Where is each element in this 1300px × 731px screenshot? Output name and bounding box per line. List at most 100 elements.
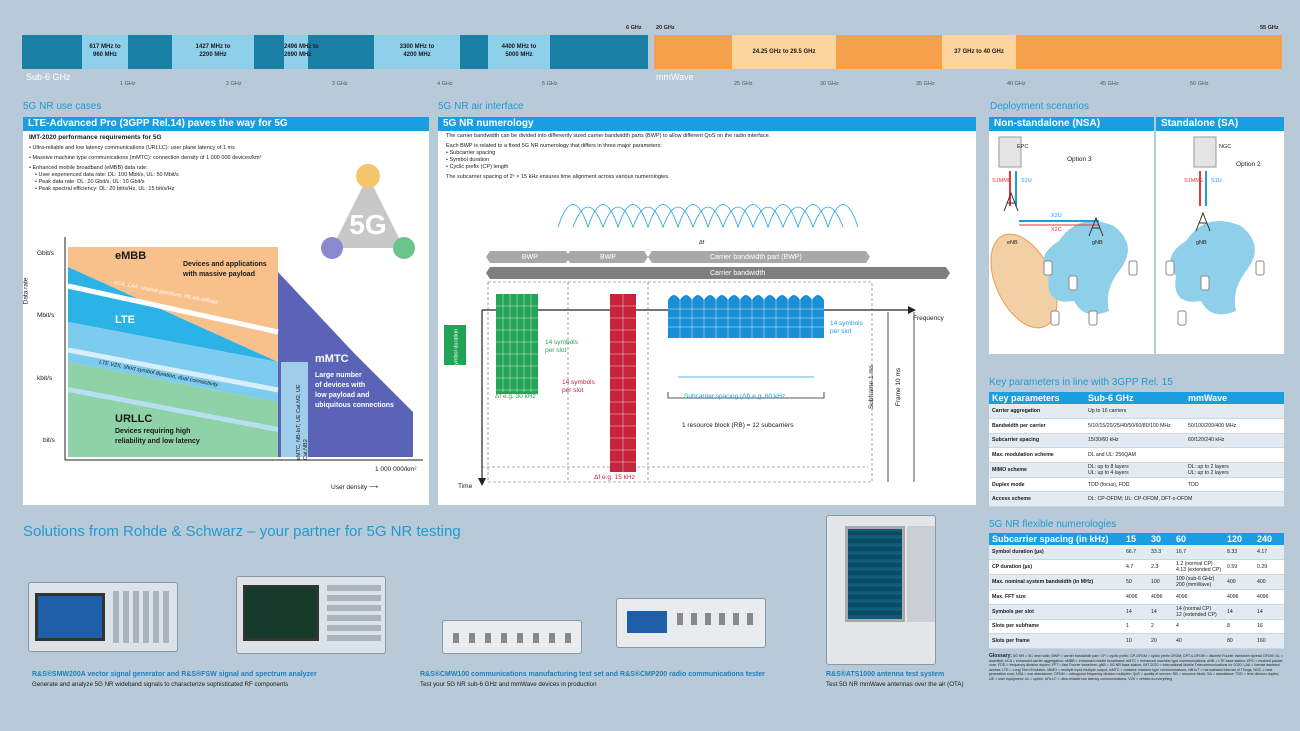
product-desc-3: Test 5G NR mmWave antennas over the air … <box>826 681 964 688</box>
bullet-embb: • Enhanced mobile broadband (eMBB) data … <box>29 165 148 171</box>
num-cell: 20 <box>1148 633 1174 649</box>
tick-40ghz: 40 GHz <box>1007 81 1026 87</box>
num-header-3: 60 <box>1173 533 1225 545</box>
num-cell: 14 <box>1123 604 1149 620</box>
tick-25ghz: 25 GHz <box>734 81 753 87</box>
solutions-title: Solutions from Rohde & Schwarz – your pa… <box>23 523 461 540</box>
num-cell: 80 <box>1224 633 1254 649</box>
s1u-label: S1U <box>1021 178 1032 184</box>
red-symbols-label: 14 symbols per slot <box>562 379 595 394</box>
num-cell: 14 <box>1224 604 1254 620</box>
smw200a-instrument <box>28 582 178 652</box>
cbp-label: Carrier bandwidth part (BWP) <box>710 254 802 261</box>
df-label: Δf <box>699 240 705 246</box>
table-row: Duplex mode TDD (focus), FDD TDD <box>989 477 1284 493</box>
option2-label: Option 2 <box>1236 161 1261 168</box>
green-symbols-label: 14 symbols per slot <box>545 339 578 354</box>
num-cell: 160 <box>1254 633 1284 649</box>
num-cell: 66.7 <box>1123 545 1149 561</box>
label-55ghz: 55 GHz <box>1260 25 1279 31</box>
num-header-4: 120 <box>1224 533 1254 545</box>
num-cell: 14 <box>1254 604 1284 620</box>
glossary-text: 5G NR = 5G new radio; BWP = carrier band… <box>989 654 1284 681</box>
numerology-header: 5G NR numerology <box>438 117 976 131</box>
numerology-table: Subcarrier spacing (in kHz) 15 30 60 120… <box>989 533 1284 649</box>
table-row: Max. nominal system bandwidth (in MHz) 50… <box>989 574 1284 591</box>
kp-cell: Max. modulation scheme <box>989 447 1085 463</box>
mmtc-label: mMTC <box>315 353 349 365</box>
symbol-duration-label: Symbol duration <box>453 328 460 369</box>
bullet-urllc: • Ultra-reliable and low latency communi… <box>29 145 235 151</box>
tick-4ghz: 4 GHz <box>437 81 453 87</box>
sa-s1mme-label: S1MME <box>1184 178 1204 184</box>
num-cell: 4 <box>1173 619 1225 635</box>
sa-diagram <box>1165 136 1265 326</box>
kp-cell: DL: up to 2 layers UL: up to 2 layers <box>1185 462 1284 478</box>
kp-cell: DL and UL: 256QAM <box>1085 447 1185 463</box>
air-p2: Each BWP is related to a fixed 5G NR num… <box>446 143 662 149</box>
num-cell: 8.33 <box>1224 545 1254 561</box>
num-cell: 2.3 <box>1148 559 1174 576</box>
glossary: Glossary: 5G NR = 5G new radio; BWP = ca… <box>989 654 1284 682</box>
imt-title: IMT-2020 performance requirements for 5G <box>29 134 162 141</box>
product-caption-1: R&S®SMW200A vector signal generator and … <box>32 671 317 678</box>
num-cell: Max. FFT size <box>989 589 1123 605</box>
num-cell: Symbol duration (µs) <box>989 545 1123 561</box>
epc-label: EPC <box>1017 144 1029 150</box>
sub6-band-5: 4400 MHz to 5000 MHz <box>488 35 550 69</box>
bwp-label-1: BWP <box>522 254 538 261</box>
num-cell: 1.2 (normal CP) 4.13 (extended CP) <box>1173 559 1225 576</box>
product-desc-2: Test your 5G NR sub-6 GHz and mmWave dev… <box>420 681 597 688</box>
deployment-panel: Non-standalone (NSA) Standalone (SA) EPC… <box>989 117 1284 354</box>
num-cell: Symbols per slot <box>989 604 1123 620</box>
section-numerologies: 5G NR flexible numerologies <box>989 519 1117 530</box>
table-row: Symbols per slot 14 14 14 (normal CP) 12 (e… <box>989 604 1284 620</box>
blue-symbols-label: 14 symbols per slot <box>830 320 863 335</box>
num-cell: 4096 <box>1254 589 1284 605</box>
num-header-0: Subcarrier spacing (in kHz) <box>989 533 1123 545</box>
num-cell: 14 <box>1148 604 1174 620</box>
kp-cell <box>1185 447 1284 463</box>
num-cell: 33.3 <box>1148 545 1174 561</box>
cmw100-instrument <box>442 620 582 654</box>
ngc-label: NGC <box>1219 144 1232 150</box>
y-axis-label: Data rate <box>22 277 30 305</box>
air-interface-panel: 5G NR numerology The carrier bandwidth c… <box>438 117 976 505</box>
section-deployment: Deployment scenarios <box>990 101 1089 112</box>
table-row: Access scheme DL: CP-OFDM; UL: CP-OFDM, D… <box>989 491 1284 508</box>
num-cell: Slots per subframe <box>989 619 1123 635</box>
air-list-3: • Cyclic prefix (CP) length <box>446 164 509 170</box>
kp-cell: Up to 16 carriers <box>1085 404 1185 420</box>
product-caption-3: R&S®ATS1000 antenna test system <box>826 671 945 678</box>
red-df-label: Δf e.g. 15 kHz <box>594 474 635 481</box>
num-cell: 4096 <box>1173 589 1225 605</box>
nsa-header: Non-standalone (NSA) <box>989 117 1154 131</box>
sub6-band-3: 2496 MHz to 2690 MHz <box>284 35 319 69</box>
kp-cell: Carrier aggregation <box>989 404 1085 420</box>
tick-3ghz: 3 GHz <box>332 81 348 87</box>
y-tick-kbit: kbit/s <box>37 375 53 382</box>
table-row: Bandwidth per carrier 5/10/15/20/25/40/50… <box>989 418 1284 434</box>
carrier-label: Carrier bandwidth <box>710 270 766 277</box>
table-row: Symbol duration (µs) 66.7 33.3 16.7 8.33 4.17 <box>989 545 1284 561</box>
embb-label: eMBB <box>115 250 147 262</box>
x2u-label: X2U <box>1051 213 1062 219</box>
num-cell: 400 <box>1254 574 1284 591</box>
key-params-table: Key parameters Sub-6 GHz mmWave Carrier … <box>989 392 1284 508</box>
num-cell: 10 <box>1123 633 1149 649</box>
green-df-label: Δf e.g. 30 kHz <box>495 393 536 400</box>
kp-header-3: mmWave <box>1185 392 1284 404</box>
time-label: Time <box>458 483 473 490</box>
sub-bullet-1: • User experienced data rate: DL: 100 Mb… <box>35 172 179 178</box>
cmp200-instrument <box>616 598 766 648</box>
sa-header: Standalone (SA) <box>1156 117 1284 131</box>
x2c-label: X2C <box>1051 227 1062 233</box>
kp-cell: TDD <box>1185 477 1284 493</box>
x-axis-label: User density ⟶ <box>331 484 379 491</box>
kp-cell: 50/100/200/400 MHz <box>1185 418 1284 434</box>
air-list-2: • Symbol duration <box>446 157 490 163</box>
num-cell: 16 <box>1254 619 1284 635</box>
kp-cell: Duplex mode <box>989 477 1085 493</box>
kp-cell: Bandwidth per carrier <box>989 418 1085 434</box>
numerology-diagram <box>444 204 950 486</box>
